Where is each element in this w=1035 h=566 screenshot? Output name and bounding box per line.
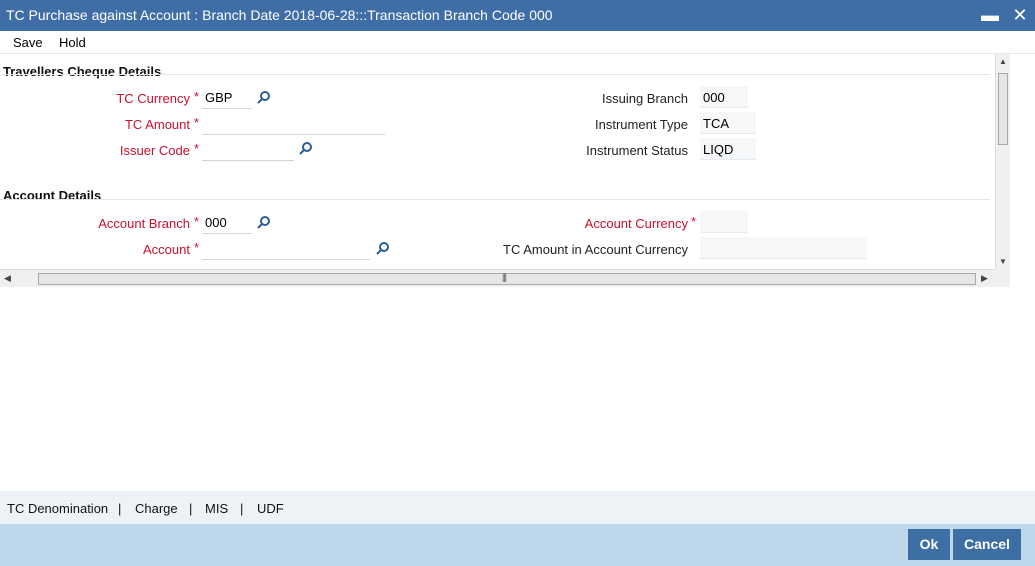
tab-udf[interactable]: UDF	[257, 501, 284, 516]
close-button[interactable]: ✕	[1009, 4, 1031, 26]
scroll-right-icon[interactable]: ▶	[981, 273, 988, 284]
form-viewport: Travellers Cheque Details TC Currency * …	[0, 54, 995, 269]
scroll-corner	[995, 269, 1010, 287]
scroll-up-icon[interactable]: ▲	[999, 57, 1007, 66]
tc-amount-in-account-currency-label: TC Amount in Account Currency	[503, 242, 688, 257]
issuing-branch-label: Issuing Branch	[602, 91, 688, 106]
save-menu-item[interactable]: Save	[13, 35, 43, 50]
horizontal-scroll-thumb[interactable]	[38, 273, 976, 285]
title-bar: TC Purchase against Account : Branch Dat…	[0, 0, 1035, 31]
tab-separator: |	[189, 501, 193, 516]
issuer-code-input[interactable]	[202, 139, 294, 161]
vertical-scrollbar[interactable]: ▲ ▼	[995, 54, 1010, 269]
tc-amount-input[interactable]	[202, 113, 385, 135]
instrument-type-value: TCA	[700, 112, 756, 134]
section-divider	[0, 199, 990, 200]
account-branch-input[interactable]	[202, 212, 252, 234]
account-input[interactable]	[202, 238, 370, 260]
instrument-type-label: Instrument Type	[595, 117, 688, 132]
instrument-status-value: LIQD	[700, 138, 756, 160]
ok-button[interactable]: Ok	[908, 529, 950, 560]
search-icon[interactable]	[257, 215, 271, 229]
footer-bar: Ok Cancel	[0, 524, 1035, 566]
account-currency-label: Account Currency	[584, 216, 688, 231]
travellers-cheque-section-title: Travellers Cheque Details	[3, 64, 162, 79]
tab-mis[interactable]: MIS	[205, 501, 228, 516]
tab-tc-denomination[interactable]: TC Denomination	[7, 501, 108, 516]
tc-currency-label: TC Currency	[116, 91, 190, 106]
tc-purchase-window: TC Purchase against Account : Branch Dat…	[0, 0, 1035, 566]
scroll-grip-icon: |||	[502, 272, 507, 282]
account-branch-label: Account Branch	[98, 216, 190, 231]
instrument-status-label: Instrument Status	[586, 143, 688, 158]
search-icon[interactable]	[299, 141, 313, 155]
issuing-branch-value: 000	[700, 86, 748, 108]
horizontal-scrollbar[interactable]: ◀ ||| ▶	[0, 269, 995, 287]
tc-amount-label: TC Amount	[124, 117, 190, 132]
tab-charge[interactable]: Charge	[135, 501, 178, 516]
tc-currency-input[interactable]	[202, 87, 252, 109]
section-divider	[0, 74, 990, 75]
required-marker: *	[194, 214, 200, 229]
tab-separator: |	[118, 501, 122, 516]
required-marker: *	[194, 240, 200, 255]
account-label: Account	[143, 242, 190, 257]
tab-separator: |	[240, 501, 244, 516]
search-icon[interactable]	[257, 90, 271, 104]
account-currency-value	[700, 211, 748, 233]
issuer-code-label: Issuer Code	[119, 143, 190, 158]
menu-bar: Save Hold	[0, 31, 1035, 54]
required-marker: *	[194, 89, 200, 104]
scroll-left-icon[interactable]: ◀	[4, 273, 11, 284]
scroll-down-icon[interactable]: ▼	[999, 257, 1007, 266]
search-icon[interactable]	[376, 241, 390, 255]
vertical-scroll-thumb[interactable]	[998, 73, 1008, 145]
minimize-button[interactable]: ▬	[979, 4, 1001, 26]
tc-amount-in-account-currency-value	[700, 237, 867, 259]
hold-menu-item[interactable]: Hold	[59, 35, 86, 50]
required-marker: *	[691, 214, 697, 229]
cancel-button[interactable]: Cancel	[953, 529, 1021, 560]
required-marker: *	[194, 115, 200, 130]
required-marker: *	[194, 141, 200, 156]
account-details-section-title: Account Details	[3, 188, 102, 203]
subsystem-tabs: TC Denomination | Charge | MIS | UDF	[0, 491, 1035, 524]
window-title: TC Purchase against Account : Branch Dat…	[6, 7, 553, 23]
